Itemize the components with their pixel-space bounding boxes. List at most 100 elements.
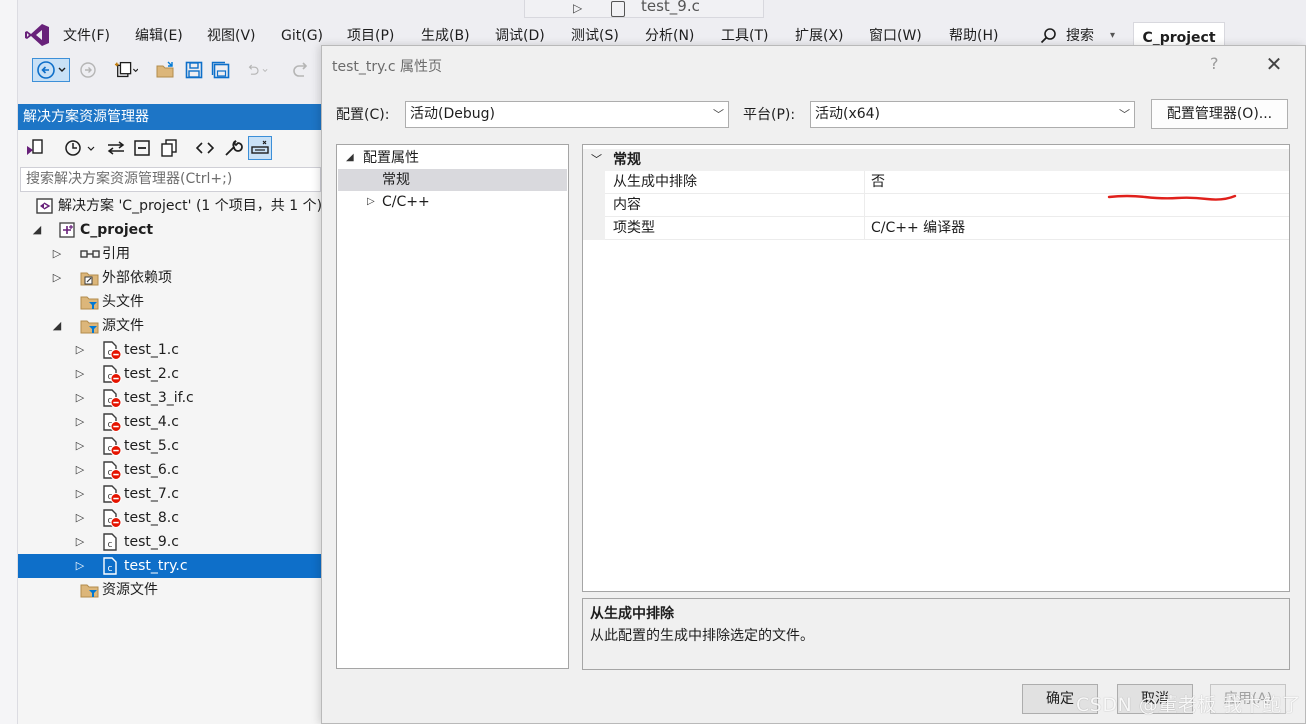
collapse-all-button[interactable]	[130, 136, 154, 160]
tree-item-file[interactable]: ▷ c test_2.c	[18, 362, 321, 386]
collapsed-triangle-icon[interactable]: ▷	[73, 434, 87, 458]
description-title: 从生成中排除	[590, 606, 674, 622]
menu-analyze[interactable]: 分析(N)	[645, 26, 694, 46]
tree-item-label: 源文件	[102, 318, 144, 334]
tree-item-references[interactable]: ▷ 引用	[18, 242, 321, 266]
tree-item-file[interactable]: ▷ c test_7.c	[18, 482, 321, 506]
tree-item-label: test_1.c	[124, 342, 179, 358]
tree-item-external-dependencies[interactable]: ▷ 外部依赖项	[18, 266, 321, 290]
expanded-triangle-icon[interactable]: ◢	[30, 218, 44, 242]
menu-help[interactable]: 帮助(H)	[949, 26, 998, 46]
background-file-tab[interactable]: ▷ test_9.c	[524, 0, 764, 18]
help-icon[interactable]: ?	[1210, 54, 1219, 73]
section-collapse-icon: ﹀	[591, 153, 602, 166]
menu-view[interactable]: 视图(V)	[207, 26, 256, 46]
configuration-value: 活动(Debug)	[410, 106, 495, 122]
sync-active-document-button[interactable]	[104, 136, 128, 160]
preview-selected-items-button[interactable]	[248, 136, 272, 160]
menu-window[interactable]: 窗口(W)	[869, 26, 922, 46]
back-arrow-icon	[37, 61, 66, 79]
tree-item-file[interactable]: ▷ c test_8.c	[18, 506, 321, 530]
collapsed-triangle-icon[interactable]: ▷	[73, 482, 87, 506]
tree-item-resource-files[interactable]: 资源文件	[18, 578, 321, 602]
collapsed-triangle-icon[interactable]: ▷	[73, 386, 87, 410]
expanded-triangle-icon[interactable]: ◢	[50, 314, 64, 338]
tree-item-label: 资源文件	[102, 582, 158, 598]
tree-item-file[interactable]: ▷ c test_9.c	[18, 530, 321, 554]
menu-extensions[interactable]: 扩展(X)	[795, 26, 844, 46]
redo-button[interactable]	[290, 58, 314, 82]
tree-item-file[interactable]: ▷ c test_5.c	[18, 434, 321, 458]
undo-icon	[248, 64, 268, 75]
cpp-project-icon	[58, 222, 76, 238]
menu-edit[interactable]: 编辑(E)	[135, 26, 183, 46]
left-edge-strip	[0, 0, 18, 724]
tree-item-label: test_2.c	[124, 366, 179, 382]
preview-icon	[251, 140, 269, 154]
tree-item-file[interactable]: ▷ c test_3_if.c	[18, 386, 321, 410]
new-project-button[interactable]	[114, 58, 138, 82]
excluded-c-file-icon: c	[102, 461, 122, 480]
collapsed-triangle-icon[interactable]: ▷	[50, 242, 64, 266]
collapsed-triangle-icon[interactable]: ▷	[73, 338, 87, 362]
tree-item-project[interactable]: ◢ C_project	[18, 218, 321, 242]
tree-item-label: 外部依赖项	[102, 270, 172, 286]
close-icon[interactable]: ✕	[1262, 52, 1286, 76]
excluded-c-file-icon: c	[102, 365, 122, 384]
property-value[interactable]: 否	[871, 171, 885, 193]
collapsed-triangle-icon[interactable]: ▷	[73, 506, 87, 530]
platform-select[interactable]: 活动(x64) ﹀	[810, 101, 1135, 128]
tree-item-label: 头文件	[102, 294, 144, 310]
configuration-label: 配置(C):	[336, 107, 390, 123]
tree-item-file[interactable]: ▷ c test_try.c	[18, 554, 321, 578]
undo-button[interactable]	[246, 58, 270, 82]
property-section-header[interactable]: ﹀ 常规	[583, 149, 1289, 171]
menu-build[interactable]: 生成(B)	[421, 26, 470, 46]
property-value[interactable]: C/C++ 编译器	[871, 217, 965, 239]
menu-test[interactable]: 测试(S)	[571, 26, 619, 46]
properties-button[interactable]	[221, 136, 245, 160]
menu-debug[interactable]: 调试(D)	[495, 26, 545, 46]
view-code-button[interactable]	[193, 136, 217, 160]
property-row-exclude-from-build[interactable]: 从生成中排除 否	[583, 171, 1289, 194]
open-file-button[interactable]	[154, 58, 178, 82]
row-gutter	[583, 194, 605, 217]
collapsed-triangle-icon[interactable]: ▷	[73, 458, 87, 482]
tree-item-header-files[interactable]: 头文件	[18, 290, 321, 314]
navigate-forward-button[interactable]	[76, 58, 100, 82]
property-row-item-type[interactable]: 项类型 C/C++ 编译器	[583, 217, 1289, 240]
tree-item-source-files[interactable]: ◢ 源文件	[18, 314, 321, 338]
property-pages-dialog: test_try.c 属性页 ? ✕ 配置(C): 活动(Debug) ﹀ 平台…	[321, 45, 1306, 724]
configuration-select[interactable]: 活动(Debug) ﹀	[405, 101, 729, 128]
tree-item-file[interactable]: ▷ c test_6.c	[18, 458, 321, 482]
save-button[interactable]	[182, 58, 206, 82]
collapsed-triangle-icon[interactable]: ▷	[73, 554, 87, 578]
save-all-button[interactable]	[209, 58, 233, 82]
configuration-manager-button[interactable]: 配置管理器(O)...	[1151, 99, 1288, 129]
excluded-c-file-icon: c	[102, 413, 122, 432]
tree-item-file[interactable]: ▷ c test_1.c	[18, 338, 321, 362]
collapsed-triangle-icon[interactable]: ▷	[73, 362, 87, 386]
collapsed-triangle-icon[interactable]: ▷	[50, 266, 64, 290]
collapsed-triangle-icon[interactable]: ▷	[73, 410, 87, 434]
external-dependencies-icon	[80, 270, 99, 286]
menu-file[interactable]: 文件(F)	[63, 26, 110, 46]
menu-tools[interactable]: 工具(T)	[721, 26, 768, 46]
menu-git[interactable]: Git(G)	[281, 26, 323, 46]
solution-search-input[interactable]: 搜索解决方案资源管理器(Ctrl+;)	[20, 167, 321, 192]
save-all-icon	[211, 61, 230, 79]
switch-views-button[interactable]	[23, 136, 47, 160]
menu-project[interactable]: 项目(P)	[347, 26, 394, 46]
collapsed-triangle-icon[interactable]: ▷	[73, 530, 87, 554]
tree-item-solution[interactable]: 解决方案 'C_project' (1 个项目，共 1 个)	[18, 194, 321, 218]
navigate-back-button[interactable]	[32, 58, 70, 82]
visual-studio-logo-icon[interactable]	[24, 23, 50, 47]
tree-item-file[interactable]: ▷ c test_4.c	[18, 410, 321, 434]
tree-item-cpp[interactable]: ▷ C/C++	[338, 191, 567, 213]
tree-item-configuration-properties[interactable]: ◢ 配置属性	[338, 147, 567, 169]
pending-changes-filter-button[interactable]	[63, 136, 99, 160]
show-all-files-button[interactable]	[157, 136, 181, 160]
collapsed-triangle-icon: ▷	[367, 196, 375, 207]
svg-text:c: c	[108, 540, 113, 550]
tree-item-general[interactable]: 常规	[338, 169, 567, 191]
